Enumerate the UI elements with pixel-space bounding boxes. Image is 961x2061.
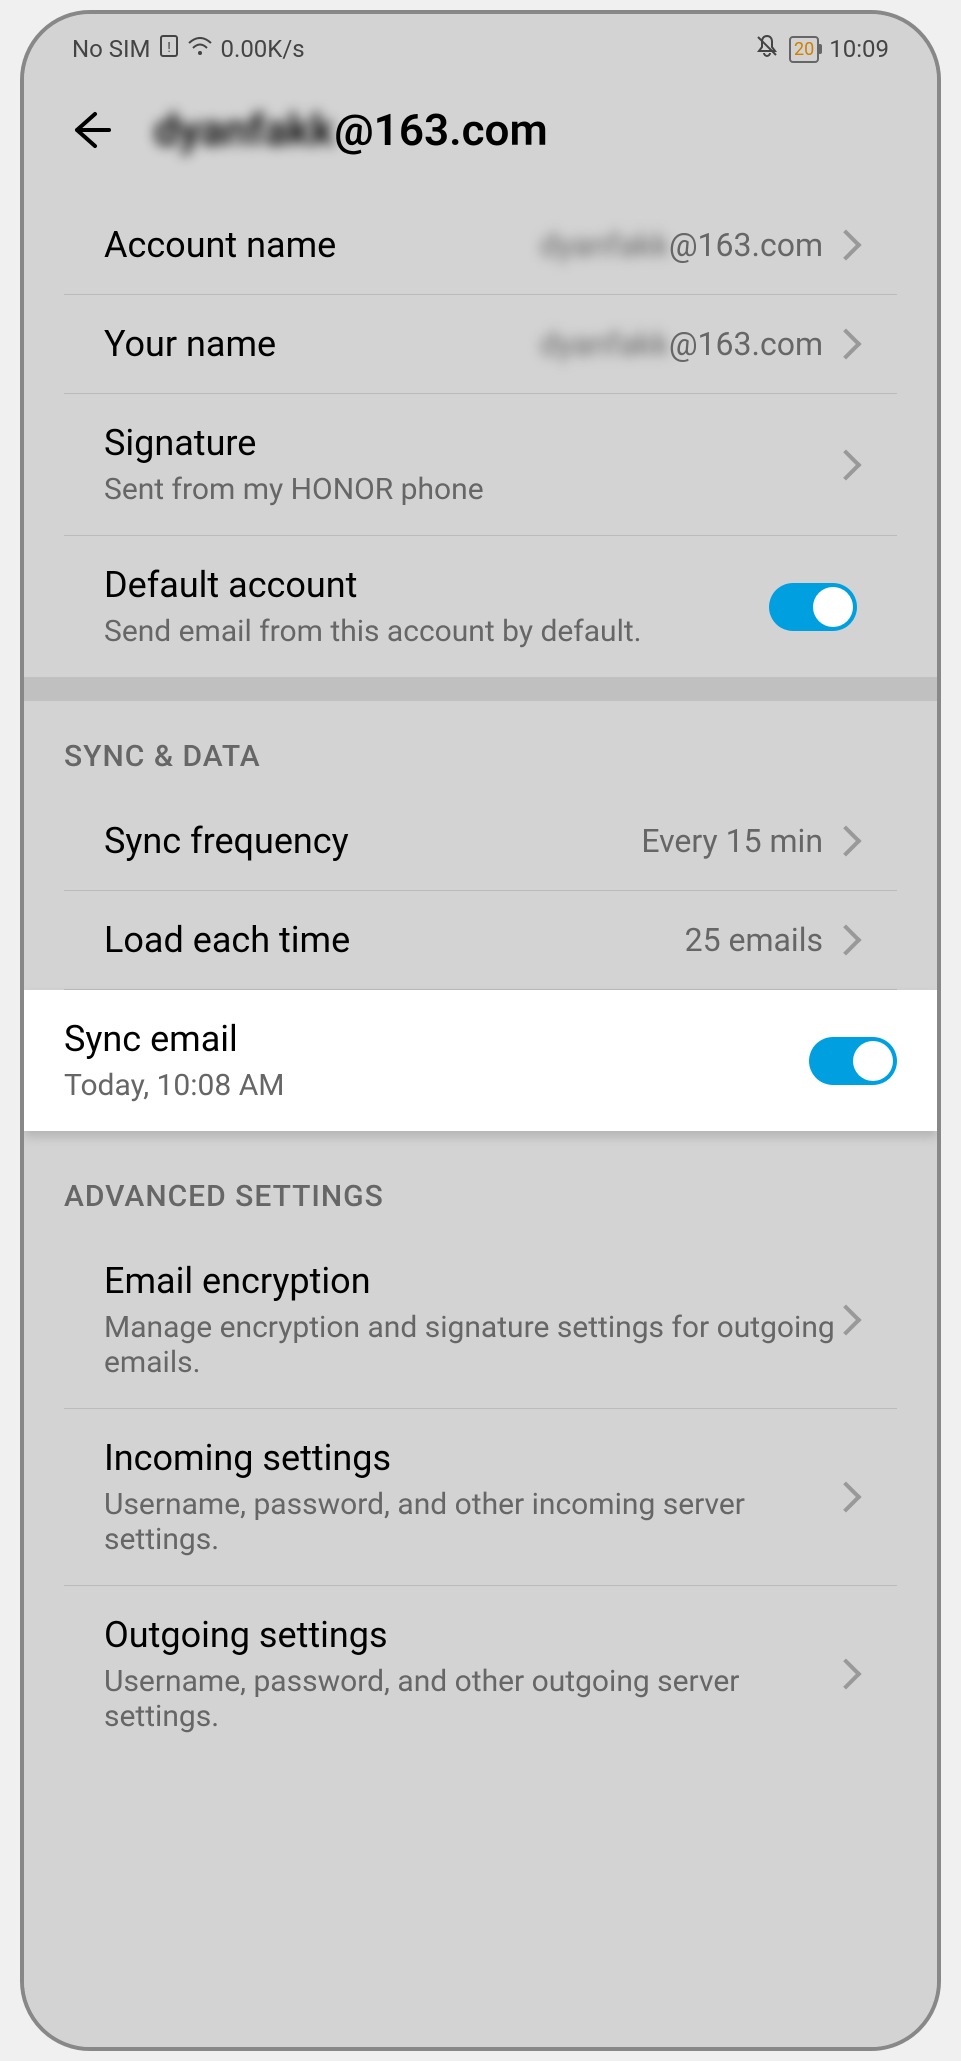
default-account-sub: Send email from this account by default.: [104, 614, 769, 649]
wifi-icon: [187, 35, 213, 63]
network-speed: 0.00K/s: [221, 35, 305, 63]
your-name-label: Your name: [104, 323, 540, 365]
chevron-right-icon: [830, 449, 861, 480]
chevron-right-icon: [830, 825, 861, 856]
incoming-settings-label: Incoming settings: [104, 1437, 835, 1479]
sync-email-label: Sync email: [64, 1018, 809, 1060]
svg-text:!: !: [167, 40, 171, 56]
advanced-section-header: ADVANCED SETTINGS: [24, 1131, 937, 1232]
email-encryption-label: Email encryption: [104, 1260, 835, 1302]
chevron-right-icon: [830, 924, 861, 955]
default-account-toggle[interactable]: [769, 583, 857, 631]
outgoing-settings-label: Outgoing settings: [104, 1614, 835, 1656]
load-each-time-label: Load each time: [104, 919, 685, 961]
status-bar: No SIM ! 0.00K/s 20 10:09: [24, 14, 937, 74]
sync-email-toggle[interactable]: [809, 1037, 897, 1085]
sim-status: No SIM: [72, 35, 151, 63]
chevron-right-icon: [830, 229, 861, 260]
your-name-value: dyanfakk@163.com: [540, 325, 823, 363]
sync-email-sub: Today, 10:08 AM: [64, 1068, 809, 1103]
account-name-label: Account name: [104, 224, 540, 266]
outgoing-settings-row[interactable]: Outgoing settings Username, password, an…: [64, 1586, 897, 1762]
section-divider: [24, 677, 937, 701]
signature-value: Sent from my HONOR phone: [104, 472, 835, 507]
email-encryption-row[interactable]: Email encryption Manage encryption and s…: [64, 1232, 897, 1409]
sync-frequency-label: Sync frequency: [104, 820, 641, 862]
chevron-right-icon: [830, 1481, 861, 1512]
incoming-settings-row[interactable]: Incoming settings Username, password, an…: [64, 1409, 897, 1586]
signature-row[interactable]: Signature Sent from my HONOR phone: [64, 394, 897, 536]
header: dyanfakk@163.com: [24, 74, 937, 196]
incoming-settings-sub: Username, password, and other incoming s…: [104, 1487, 835, 1557]
chevron-right-icon: [830, 1304, 861, 1335]
page-title: dyanfakk@163.com: [154, 104, 548, 156]
email-encryption-sub: Manage encryption and signature settings…: [104, 1310, 835, 1380]
sync-email-row: Sync email Today, 10:08 AM: [24, 990, 937, 1131]
default-account-row: Default account Send email from this acc…: [64, 536, 897, 677]
back-button[interactable]: [64, 105, 114, 155]
sync-frequency-row[interactable]: Sync frequency Every 15 min: [64, 792, 897, 891]
dnd-icon: [755, 34, 779, 64]
outgoing-settings-sub: Username, password, and other outgoing s…: [104, 1664, 835, 1734]
chevron-right-icon: [830, 1658, 861, 1689]
load-each-time-row[interactable]: Load each time 25 emails: [64, 891, 897, 990]
sync-section-header: SYNC & DATA: [24, 701, 937, 792]
load-each-time-value: 25 emails: [685, 921, 823, 959]
your-name-row[interactable]: Your name dyanfakk@163.com: [64, 295, 897, 394]
sim-alert-icon: !: [159, 34, 179, 64]
clock-time: 10:09: [829, 35, 889, 63]
account-name-row[interactable]: Account name dyanfakk@163.com: [64, 196, 897, 295]
chevron-right-icon: [830, 328, 861, 359]
default-account-label: Default account: [104, 564, 769, 606]
account-name-value: dyanfakk@163.com: [540, 226, 823, 264]
battery-icon: 20: [789, 36, 819, 63]
signature-label: Signature: [104, 422, 835, 464]
sync-frequency-value: Every 15 min: [641, 822, 823, 860]
